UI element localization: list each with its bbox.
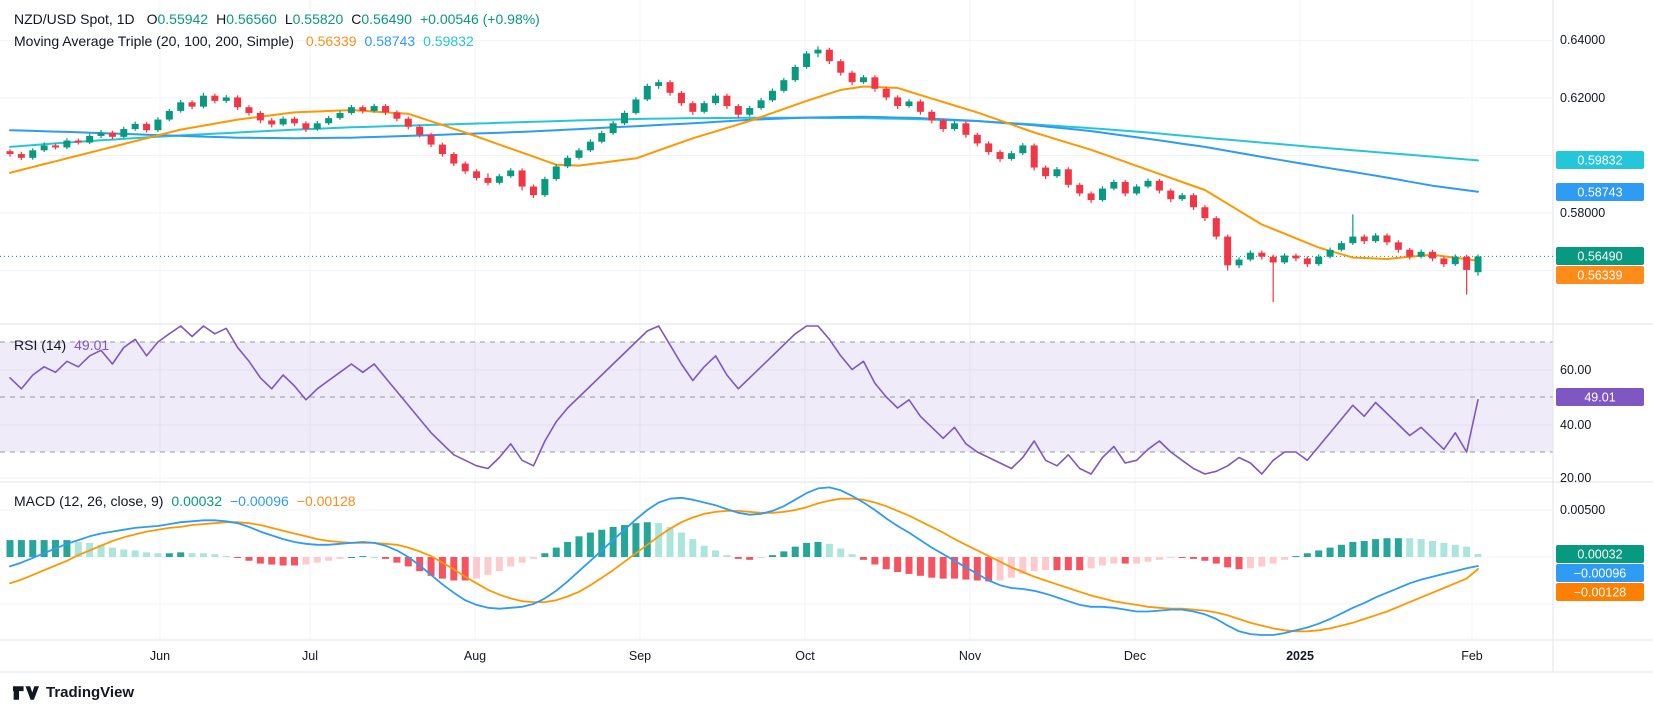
tick-label: 0.62000 bbox=[1560, 91, 1605, 105]
rsi-legend[interactable]: RSI (14) 49.01 bbox=[14, 334, 109, 356]
low-label: L bbox=[285, 11, 293, 27]
high-label: H bbox=[216, 11, 226, 27]
rsi-band bbox=[0, 342, 1553, 452]
ma-200-line bbox=[10, 118, 1478, 161]
macd-legend[interactable]: MACD (12, 26, close, 9) 0.00032 −0.00096 −0… bbox=[14, 490, 356, 512]
month-label: Aug bbox=[464, 649, 486, 663]
price-badge-label: 0.58743 bbox=[1577, 186, 1622, 200]
price-badge-label: 0.59832 bbox=[1577, 154, 1622, 168]
low-value: 0.55820 bbox=[293, 11, 344, 27]
ma20-value: 0.56339 bbox=[306, 33, 357, 49]
open-label: O bbox=[147, 11, 158, 27]
tick-label: 0.00500 bbox=[1560, 503, 1605, 517]
chart-canvas[interactable]: 0.64000 0.62000 0.58000 0.59832 0.58743 0.564… bbox=[0, 0, 1653, 718]
symbol-title: NZD/USD Spot, 1D bbox=[14, 11, 135, 27]
macd-line-value: −0.00096 bbox=[230, 493, 289, 509]
ma100-value: 0.58743 bbox=[365, 33, 416, 49]
tick-label: 40.00 bbox=[1560, 418, 1591, 432]
symbol-legend[interactable]: NZD/USD Spot, 1D O0.55942 H0.56560 L0.55820… bbox=[14, 8, 540, 30]
macd-histogram bbox=[7, 522, 1482, 581]
macd-signal-line bbox=[10, 499, 1478, 632]
month-label: Nov bbox=[959, 649, 982, 663]
month-label: Oct bbox=[795, 649, 815, 663]
grid bbox=[0, 0, 1553, 640]
ma200-value: 0.59832 bbox=[423, 33, 474, 49]
macd-signal-value: −0.00128 bbox=[297, 493, 356, 509]
price-badge-label: 0.56490 bbox=[1577, 250, 1622, 264]
month-label: Sep bbox=[629, 649, 651, 663]
month-label: Jun bbox=[150, 649, 170, 663]
tradingview-brand-text: TradingView bbox=[46, 684, 134, 701]
tradingview-chart: 0.64000 0.62000 0.58000 0.59832 0.58743 0.564… bbox=[0, 0, 1653, 718]
tradingview-logo-icon bbox=[12, 685, 39, 701]
rsi-title: RSI (14) bbox=[14, 337, 66, 353]
close-value: 0.56490 bbox=[361, 11, 412, 27]
tradingview-branding[interactable]: TradingView bbox=[12, 684, 134, 701]
price-badge-label: 0.00032 bbox=[1577, 548, 1622, 562]
open-value: 0.55942 bbox=[157, 11, 208, 27]
month-label: Feb bbox=[1461, 649, 1483, 663]
macd-title: MACD (12, 26, close, 9) bbox=[14, 493, 163, 509]
tick-label: 20.00 bbox=[1560, 471, 1591, 485]
change-value: +0.00546 (+0.98%) bbox=[420, 11, 540, 27]
month-label: 2025 bbox=[1286, 649, 1314, 663]
tick-label: 60.00 bbox=[1560, 363, 1591, 377]
macd-hist-value: 0.00032 bbox=[171, 493, 222, 509]
month-label: Jul bbox=[302, 649, 318, 663]
ma-legend[interactable]: Moving Average Triple (20, 100, 200, Sim… bbox=[14, 30, 474, 52]
tick-label: 0.64000 bbox=[1560, 33, 1605, 47]
ma-100-line bbox=[10, 117, 1478, 192]
macd-axis[interactable]: 0.00500 0.00032 −0.00096 −0.00128 bbox=[1556, 503, 1644, 601]
rsi-value: 49.01 bbox=[74, 337, 109, 353]
price-badge-label: 0.56339 bbox=[1577, 269, 1622, 283]
tick-label: 0.58000 bbox=[1560, 206, 1605, 220]
price-badge-label: −0.00096 bbox=[1574, 567, 1627, 581]
ma-title: Moving Average Triple (20, 100, 200, Sim… bbox=[14, 33, 294, 49]
price-axis[interactable]: 0.64000 0.62000 0.58000 0.59832 0.58743 0.564… bbox=[1556, 33, 1644, 284]
high-value: 0.56560 bbox=[226, 11, 277, 27]
time-axis[interactable]: Jun Jul Aug Sep Oct Nov Dec 2025 Feb bbox=[150, 649, 1483, 663]
candlestick-series[interactable] bbox=[7, 46, 1482, 302]
close-label: C bbox=[351, 11, 361, 27]
rsi-axis[interactable]: 60.00 40.00 20.00 49.01 bbox=[1556, 363, 1644, 485]
price-badge-label: −0.00128 bbox=[1574, 586, 1627, 600]
ma-20-line bbox=[10, 87, 1478, 261]
month-label: Dec bbox=[1124, 649, 1146, 663]
price-badge-label: 49.01 bbox=[1584, 391, 1615, 405]
